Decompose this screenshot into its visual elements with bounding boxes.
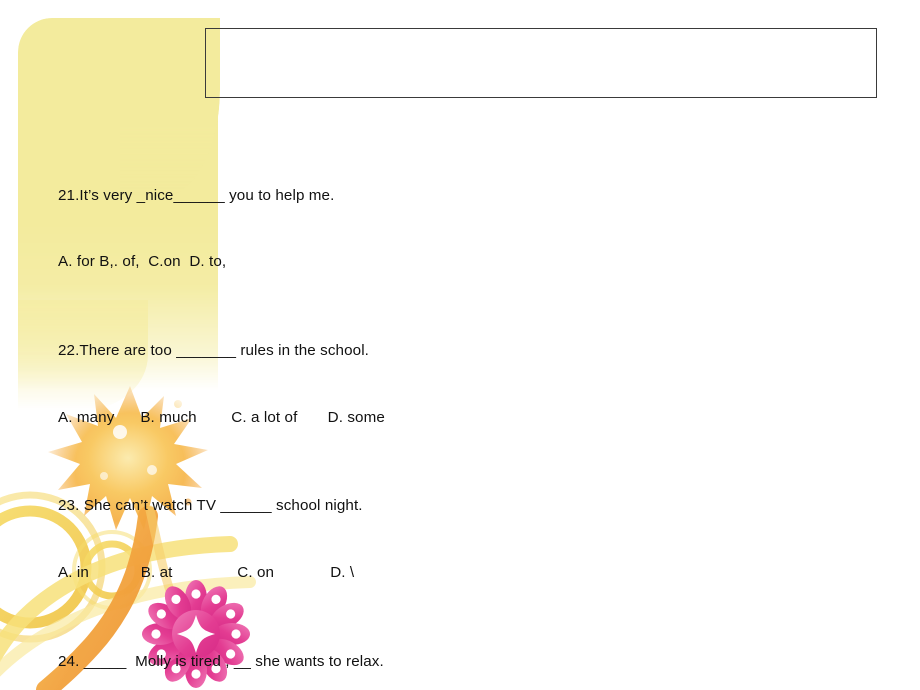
question-stem-24: 24. _____ Molly is tired , __ she wants … <box>58 652 384 670</box>
question-stem-21: 21.It’s very _nice______ you to help me. <box>58 186 335 204</box>
question-stem-22: 22.There are too _______ rules in the sc… <box>58 342 369 359</box>
slide-canvas: 21.It’s very _nice______ you to help me.… <box>0 0 920 690</box>
question-choices-21: A. for B,. of, C.on D. to, <box>58 253 227 271</box>
question-list: 21.It’s very _nice______ you to help me.… <box>58 118 858 690</box>
title-textbox[interactable] <box>205 28 877 98</box>
question-stem-23: 23. She can’t watch TV ______ school nig… <box>58 497 363 515</box>
question-choices-22: A. many B. much C. a lot of D. some <box>58 408 385 426</box>
question-choices-23: A. in B. at C. on D. \ <box>58 563 355 581</box>
